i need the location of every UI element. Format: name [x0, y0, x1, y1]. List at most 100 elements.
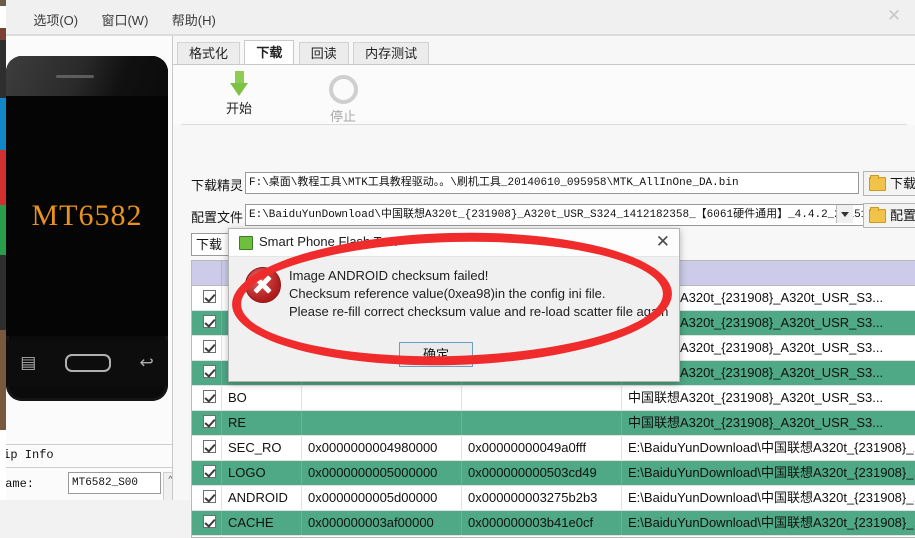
row-checkbox[interactable] — [192, 311, 222, 335]
table-row[interactable]: CACHE 0x000000003af00000 0x000000003b41e0c… — [192, 511, 915, 536]
error-dialog: Smart Phone Flash Tool ✕ Image ANDROID c… — [228, 228, 680, 382]
row-location: E:\BaiduYunDownload\中国联想A320t_{231908}_A… — [628, 465, 914, 480]
table-row[interactable]: RE 中国联想A320t_{231908}_A320t_USR_S3... — [192, 411, 915, 436]
row-location: E:\BaiduYunDownload\中国联想A320t_{231908}_A… — [628, 515, 914, 530]
da-browse-button[interactable]: 下载精灵 — [863, 171, 915, 196]
start-button[interactable]: 开始 — [201, 71, 277, 117]
download-arrow-icon — [201, 71, 277, 96]
dialog-titlebar: Smart Phone Flash Tool ✕ — [229, 229, 679, 257]
row-begin-address: 0x0000000005000000 — [302, 461, 462, 485]
table-row[interactable]: BO 中国联想A320t_{231908}_A320t_USR_S3... — [192, 386, 915, 411]
row-partition-name: LOGO — [222, 461, 302, 485]
phone-softkeys: ▤ ↩ — [6, 340, 168, 386]
checkbox-checked-icon[interactable] — [203, 440, 216, 453]
stop-button[interactable]: 停止 — [305, 71, 381, 125]
dialog-message-line2: Checksum reference value(0xea98)in the c… — [289, 286, 606, 301]
row-partition-name: SEC_RO — [222, 436, 302, 460]
da-path-label: 下载精灵 — [191, 178, 244, 193]
da-browse-button-label: 下载精灵 — [890, 176, 915, 191]
dialog-close-icon[interactable]: ✕ — [656, 233, 670, 251]
window-close-icon[interactable]: ✕ — [879, 4, 909, 28]
checkbox-checked-icon[interactable] — [203, 515, 216, 528]
header-checkbox-all[interactable] — [192, 261, 222, 285]
table-row[interactable]: ANDROID 0x0000000005d00000 0x000000003275b… — [192, 486, 915, 511]
device-preview-panel: MT6582 ▤ ↩ hip Info Name: MT6582_S00 Ver… — [0, 36, 173, 500]
dialog-title-text: Smart Phone Flash Tool — [259, 234, 398, 249]
phone-screen: MT6582 — [6, 96, 168, 336]
checkbox-checked-icon[interactable] — [203, 390, 216, 403]
da-path-row: 下载精灵 F:\桌面\教程工具\MTK工具教程驱动。。\刷机工具_2014061… — [191, 171, 915, 196]
checkbox-checked-icon[interactable] — [203, 490, 216, 503]
row-end-address — [462, 386, 622, 410]
tab-bar: 格式化 下载 回读 内存测试 — [177, 40, 430, 65]
phone-speaker-icon — [56, 75, 94, 78]
row-begin-address: 0x0000000005d00000 — [302, 486, 462, 510]
tab-readback[interactable]: 回读 — [298, 42, 349, 65]
home-key-icon — [64, 354, 111, 372]
menu-bar: 选项(O) 窗口(W) 帮助(H) — [0, 8, 226, 30]
chip-name-value: MT6582_S00 — [68, 472, 161, 494]
row-begin-address — [302, 386, 462, 410]
screenshot-edge-artifact — [0, 0, 6, 500]
row-checkbox[interactable] — [192, 336, 222, 360]
row-checkbox[interactable] — [192, 286, 222, 310]
error-icon — [245, 267, 281, 303]
menu-item-window[interactable]: 窗口(W) — [91, 8, 158, 31]
checkbox-checked-icon[interactable] — [203, 365, 216, 378]
row-location: E:\BaiduYunDownload\中国联想A320t_{231908}_A… — [628, 440, 914, 455]
checkbox-checked-icon[interactable] — [203, 315, 216, 328]
checkbox-checked-icon[interactable] — [203, 290, 216, 303]
dialog-message-line3: Please re-fill correct checksum value an… — [289, 304, 669, 319]
row-location: E:\BaiduYunDownload\中国联想A320t_{231908}_A… — [628, 490, 914, 505]
row-checkbox[interactable] — [192, 436, 222, 460]
dialog-ok-button[interactable]: 确定 — [399, 342, 473, 367]
scroll-up-arrow-icon[interactable]: ^ — [166, 475, 172, 484]
row-location: 中国联想A320t_{231908}_A320t_USR_S3... — [628, 390, 884, 405]
row-checkbox[interactable] — [192, 486, 222, 510]
menu-item-help[interactable]: 帮助(H) — [162, 8, 226, 31]
row-checkbox[interactable] — [192, 461, 222, 485]
row-checkbox[interactable] — [192, 386, 222, 410]
menu-key-icon: ▤ — [20, 353, 37, 372]
scatter-path-combo[interactable]: E:\BaiduYunDownload\中国联想A320t_{231908}_A… — [245, 204, 877, 226]
table-row[interactable]: LOGO 0x0000000005000000 0x000000000503cd49… — [192, 461, 915, 486]
phone-illustration: MT6582 ▤ ↩ — [6, 56, 168, 401]
action-toolbar: 开始 停止 — [173, 65, 915, 125]
start-button-label: 开始 — [225, 101, 252, 116]
row-checkbox[interactable] — [192, 511, 222, 535]
scatter-path-label: 配置文件 — [191, 210, 244, 225]
row-location: 中国联想A320t_{231908}_A320t_USR_S3... — [628, 415, 884, 430]
table-row[interactable]: SEC_RO 0x0000000004980000 0x00000000049a0f… — [192, 436, 915, 461]
row-begin-address: 0x0000000004980000 — [302, 436, 462, 460]
row-end-address: 0x00000000049a0fff — [462, 436, 622, 460]
window-titlebar: 选项(O) 窗口(W) 帮助(H) ✕ — [0, 0, 915, 34]
scatter-browse-button[interactable]: 配置文件 — [863, 203, 915, 228]
row-end-address: 0x000000000503cd49 — [462, 461, 622, 485]
scatter-browse-button-label: 配置文件 — [890, 208, 915, 223]
toolbar-divider — [181, 124, 907, 125]
row-end-address: 0x000000003b41e0cf — [462, 511, 622, 535]
row-begin-address: 0x000000003af00000 — [302, 511, 462, 535]
stop-circle-icon — [328, 75, 358, 104]
row-partition-name: ANDROID — [222, 486, 302, 510]
tab-download[interactable]: 下载 — [244, 40, 295, 65]
chip-info-scrollbar[interactable]: ^ — [163, 472, 172, 500]
phone-bezel-top — [6, 56, 168, 96]
row-checkbox[interactable] — [192, 361, 222, 385]
row-partition-name: BO — [222, 386, 302, 410]
row-begin-address — [302, 411, 462, 435]
stop-button-label: 停止 — [329, 109, 356, 124]
tab-memory-test[interactable]: 内存测试 — [353, 42, 430, 65]
row-end-address: 0x000000003275b2b3 — [462, 486, 622, 510]
scatter-combo-chevron-down-icon[interactable] — [836, 205, 853, 223]
row-partition-name: RE — [222, 411, 302, 435]
checkbox-checked-icon[interactable] — [203, 465, 216, 478]
row-checkbox[interactable] — [192, 411, 222, 435]
menu-item-options[interactable]: 选项(O) — [23, 8, 88, 31]
dialog-message: Image ANDROID checksum failed! Checksum … — [289, 267, 669, 321]
tab-format[interactable]: 格式化 — [177, 42, 241, 65]
checkbox-checked-icon[interactable] — [203, 340, 216, 353]
checkbox-checked-icon[interactable] — [203, 415, 216, 428]
app-icon — [239, 236, 253, 250]
da-path-input[interactable]: F:\桌面\教程工具\MTK工具教程驱动。。\刷机工具_20140610_095… — [245, 172, 859, 194]
